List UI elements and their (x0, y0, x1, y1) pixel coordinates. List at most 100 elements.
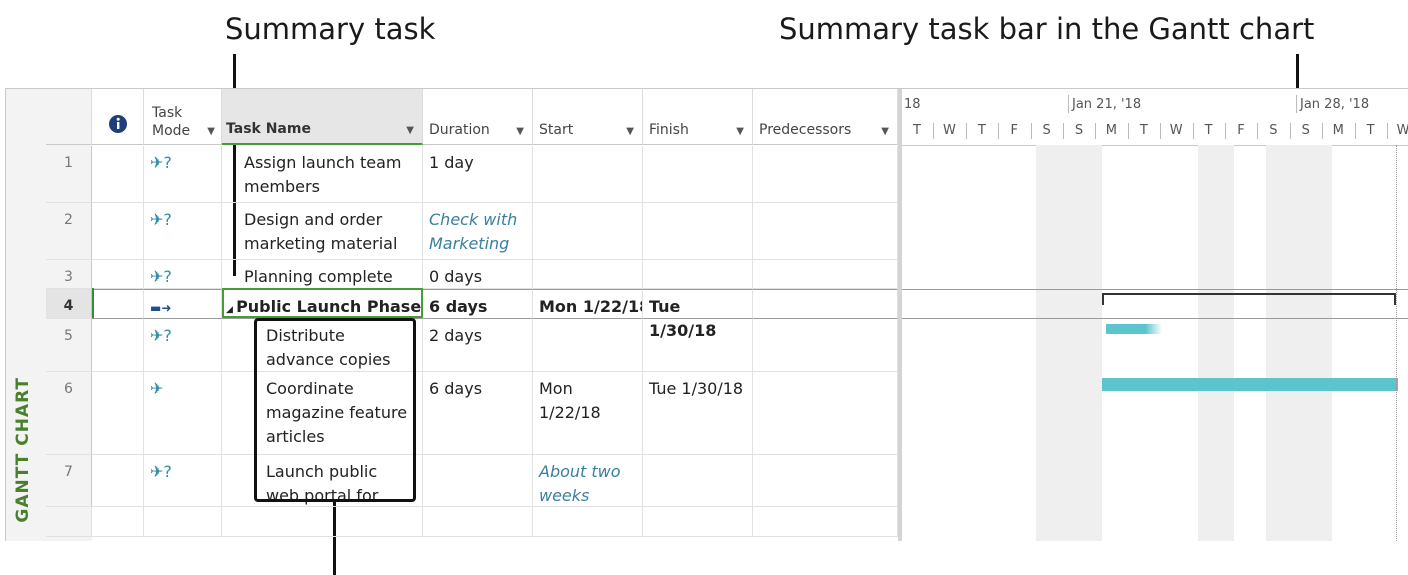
cell-pred[interactable] (753, 319, 898, 372)
row-id[interactable]: 3 (46, 260, 92, 289)
column-header-predecessors[interactable]: Predecessors ▼ (753, 89, 898, 145)
start-cell[interactable]: About two weeks (533, 455, 643, 507)
task-name-cell[interactable]: Design and order marketing material (222, 203, 423, 260)
finish-cell[interactable] (643, 319, 753, 372)
cell-fin[interactable] (643, 507, 753, 537)
day-divider (998, 123, 1000, 139)
cell-ind[interactable] (92, 289, 144, 319)
column-header-finish[interactable]: Finish ▼ (643, 89, 753, 145)
manually-scheduled-icon: ✈? (150, 326, 172, 345)
column-header-task-name[interactable]: Task Name ▼ (222, 89, 423, 145)
cell-name[interactable] (222, 507, 423, 537)
task-bar-auto[interactable] (1102, 378, 1398, 391)
predecessors-label: Predecessors (759, 122, 852, 138)
cell-mode[interactable]: ✈? (144, 319, 222, 372)
cell-pred[interactable] (753, 260, 898, 289)
day-divider (933, 123, 935, 139)
column-header-task-mode[interactable]: Task Mode ▼ (144, 89, 222, 145)
start-cell[interactable] (533, 203, 643, 260)
chevron-down-icon[interactable]: ▼ (406, 125, 414, 136)
task-name-cell[interactable]: Planning complete (222, 260, 423, 289)
cell-dur[interactable] (423, 507, 533, 537)
cell-id[interactable] (46, 507, 92, 537)
row-id[interactable]: 2 (46, 203, 92, 260)
chevron-down-icon[interactable]: ▼ (626, 126, 634, 137)
task-name-line: members (244, 177, 320, 196)
cell-mode[interactable]: ✈? (144, 146, 222, 203)
cell-pred[interactable] (753, 146, 898, 203)
duration-cell[interactable] (423, 455, 533, 507)
cell-pred[interactable] (753, 203, 898, 260)
day-divider (1322, 123, 1324, 139)
start-cell[interactable] (533, 146, 643, 203)
view-bar[interactable]: GANTT CHART (6, 89, 47, 541)
start-cell[interactable]: Mon 1/22/18 (533, 289, 643, 319)
start-line: Mon (539, 379, 573, 398)
duration-cell[interactable]: 1 day (423, 146, 533, 203)
callout-summary-bar: Summary task bar in the Gantt chart (779, 12, 1315, 46)
select-all-corner[interactable] (46, 89, 92, 145)
callout-box-subtasks (254, 318, 416, 502)
start-cell[interactable] (533, 260, 643, 289)
duration-line: Check with (429, 210, 518, 229)
nonworking-day (1198, 145, 1234, 541)
task-name-line: Planning complete (244, 267, 393, 286)
cell-mode[interactable]: ✈? (144, 203, 222, 260)
cell-mode[interactable] (144, 507, 222, 537)
column-header-start[interactable]: Start ▼ (533, 89, 643, 145)
start-line: 1/22/18 (539, 403, 601, 422)
chevron-down-icon[interactable]: ▼ (207, 126, 215, 137)
finish-cell[interactable] (643, 146, 753, 203)
cell-pred[interactable] (753, 507, 898, 537)
cell-ind[interactable] (92, 319, 144, 372)
start-cell[interactable] (533, 319, 643, 372)
chevron-down-icon[interactable]: ▼ (736, 126, 744, 137)
duration-cell[interactable]: 2 days (423, 319, 533, 372)
auto-scheduled-icon: ✈ (150, 379, 164, 398)
cell-pred[interactable] (753, 372, 898, 455)
finish-cell[interactable] (643, 203, 753, 260)
cell-mode[interactable]: ✈? (144, 260, 222, 289)
cell-ind[interactable] (92, 372, 144, 455)
cell-ind[interactable] (92, 203, 144, 260)
cell-mode[interactable]: ✈ (144, 372, 222, 455)
cell-pred[interactable] (753, 289, 898, 319)
column-header-duration[interactable]: Duration ▼ (423, 89, 533, 145)
day-divider (1354, 123, 1356, 139)
start-cell[interactable]: Mon 1/22/18 (533, 372, 643, 455)
cell-pred[interactable] (753, 455, 898, 507)
row-id[interactable]: 5 (46, 319, 92, 372)
chevron-down-icon[interactable]: ▼ (881, 126, 889, 137)
duration-cell[interactable]: Check with Marketing (423, 203, 533, 260)
cell-start[interactable] (533, 507, 643, 537)
duration-cell[interactable]: 6 days (423, 372, 533, 455)
finish-cell[interactable] (643, 260, 753, 289)
summary-task-bar[interactable] (1102, 293, 1396, 305)
task-name-line: Assign launch team (244, 153, 402, 172)
day-divider (1160, 123, 1162, 139)
timescale-day: S (1269, 123, 1278, 138)
task-name-cell[interactable]: ◢ Public Launch Phase (222, 289, 423, 319)
task-name-cell[interactable]: Assign launch team members (222, 146, 423, 203)
duration-cell[interactable]: 0 days (423, 260, 533, 289)
row-id[interactable]: 6 (46, 372, 92, 455)
finish-cell[interactable]: Tue 1/30/18 (643, 372, 753, 455)
chevron-down-icon[interactable]: ▼ (516, 126, 524, 137)
column-header-indicators[interactable] (92, 89, 144, 145)
finish-cell[interactable]: Tue 1/30/18 (643, 289, 753, 340)
cell-ind[interactable] (92, 507, 144, 537)
row-id[interactable]: 1 (46, 146, 92, 203)
timescale-day: T (1366, 123, 1375, 138)
cell-mode[interactable]: ✈? (144, 455, 222, 507)
row-id[interactable]: 7 (46, 455, 92, 507)
cell-mode[interactable]: ▬➜ (144, 289, 222, 319)
task-bar-manual[interactable] (1106, 324, 1162, 334)
finish-cell[interactable] (643, 455, 753, 507)
gantt-chart-area[interactable] (902, 145, 1408, 541)
collapse-triangle-icon[interactable]: ◢ (226, 305, 236, 315)
cell-ind[interactable] (92, 260, 144, 289)
duration-cell[interactable]: 6 days (423, 289, 533, 319)
row-id[interactable]: 4 (46, 289, 92, 319)
cell-ind[interactable] (92, 455, 144, 507)
cell-ind[interactable] (92, 146, 144, 203)
